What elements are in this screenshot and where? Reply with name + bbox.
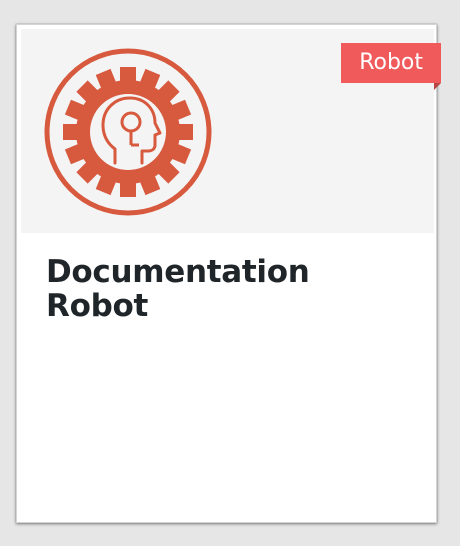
badge-ribbon-fold [434,83,441,90]
gear-robot-head-icon [44,48,212,216]
category-badge: Robot [341,43,441,83]
card-title[interactable]: Documentation Robot [46,255,416,323]
robot-card[interactable]: Robot Documentation Robot [16,24,441,523]
card-media: Robot [21,29,441,233]
